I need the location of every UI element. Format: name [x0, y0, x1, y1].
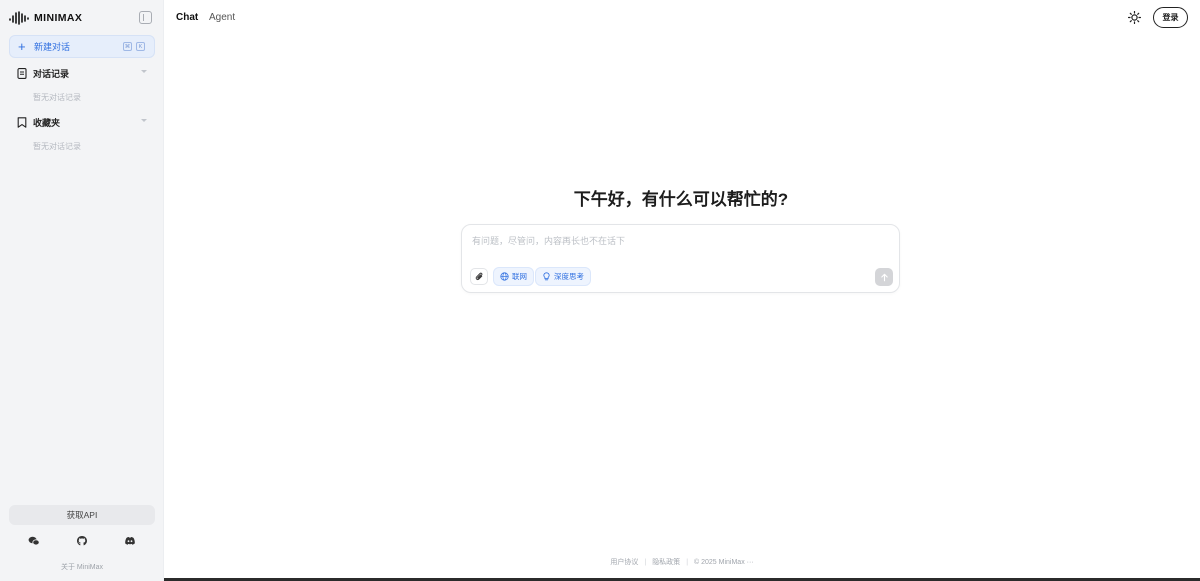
- section-title: 收藏夹: [33, 117, 61, 128]
- discord-icon[interactable]: [124, 535, 136, 547]
- login-button[interactable]: 登录: [1153, 7, 1188, 28]
- empty-history-note: 暂无对话记录: [33, 93, 81, 102]
- arrow-up-icon: [880, 273, 888, 281]
- chevron-down-icon: [141, 70, 147, 73]
- bookmark-icon: [17, 116, 28, 128]
- shortcut-key-cmd: ⌘: [123, 42, 132, 51]
- chip-label: 深度思考: [554, 272, 584, 281]
- theme-toggle-sun-icon[interactable]: [1128, 11, 1141, 24]
- chevron-down-icon: [141, 119, 147, 122]
- section-favorites[interactable]: 收藏夹: [17, 115, 147, 129]
- get-api-button[interactable]: 获取API: [9, 505, 155, 525]
- attach-file-button[interactable]: [470, 268, 488, 285]
- greeting-title: 下午好，有什么可以帮忙的?: [573, 190, 789, 209]
- chat-input[interactable]: [472, 234, 882, 252]
- privacy-policy-link[interactable]: 隐私政策: [652, 559, 680, 566]
- tab-agent[interactable]: Agent: [209, 12, 235, 23]
- paperclip-icon: [475, 272, 482, 280]
- new-chat-button[interactable]: + 新建对话 ⌘ K: [9, 35, 155, 58]
- shortcut-key-k: K: [136, 42, 145, 51]
- sidebar: MINIMAX + 新建对话 ⌘ K 对话记录 暂无对话记录 收藏夹 暂无对话记…: [0, 0, 164, 581]
- chat-composer: 联网 深度思考: [461, 224, 900, 293]
- section-title: 对话记录: [33, 68, 70, 79]
- sidebar-collapse-icon[interactable]: [139, 11, 152, 24]
- lightbulb-icon: [543, 272, 550, 281]
- copyright-text: © 2025 MiniMax ···: [694, 559, 754, 566]
- chip-label: 联网: [512, 272, 527, 281]
- deep-thinking-toggle[interactable]: 深度思考: [535, 267, 591, 286]
- new-chat-label: 新建对话: [34, 42, 71, 52]
- about-link[interactable]: 关于 MiniMax: [0, 562, 164, 572]
- globe-icon: [500, 272, 509, 281]
- brand-name: MINIMAX: [34, 12, 83, 24]
- web-search-toggle[interactable]: 联网: [493, 267, 534, 286]
- section-chat-history[interactable]: 对话记录: [17, 66, 147, 80]
- user-agreement-link[interactable]: 用户协议: [610, 559, 638, 566]
- github-icon[interactable]: [76, 535, 88, 547]
- brand-logo[interactable]: MINIMAX: [9, 9, 82, 27]
- minimax-logo-icon: [9, 11, 29, 25]
- empty-favorites-note: 暂无对话记录: [33, 142, 81, 151]
- document-icon: [17, 67, 28, 79]
- plus-icon: +: [18, 39, 26, 54]
- wechat-icon[interactable]: [28, 535, 40, 547]
- page-footer: 用户协议 | 隐私政策 | © 2025 MiniMax ···: [610, 559, 754, 566]
- send-button[interactable]: [875, 268, 893, 286]
- tab-chat[interactable]: Chat: [176, 12, 198, 23]
